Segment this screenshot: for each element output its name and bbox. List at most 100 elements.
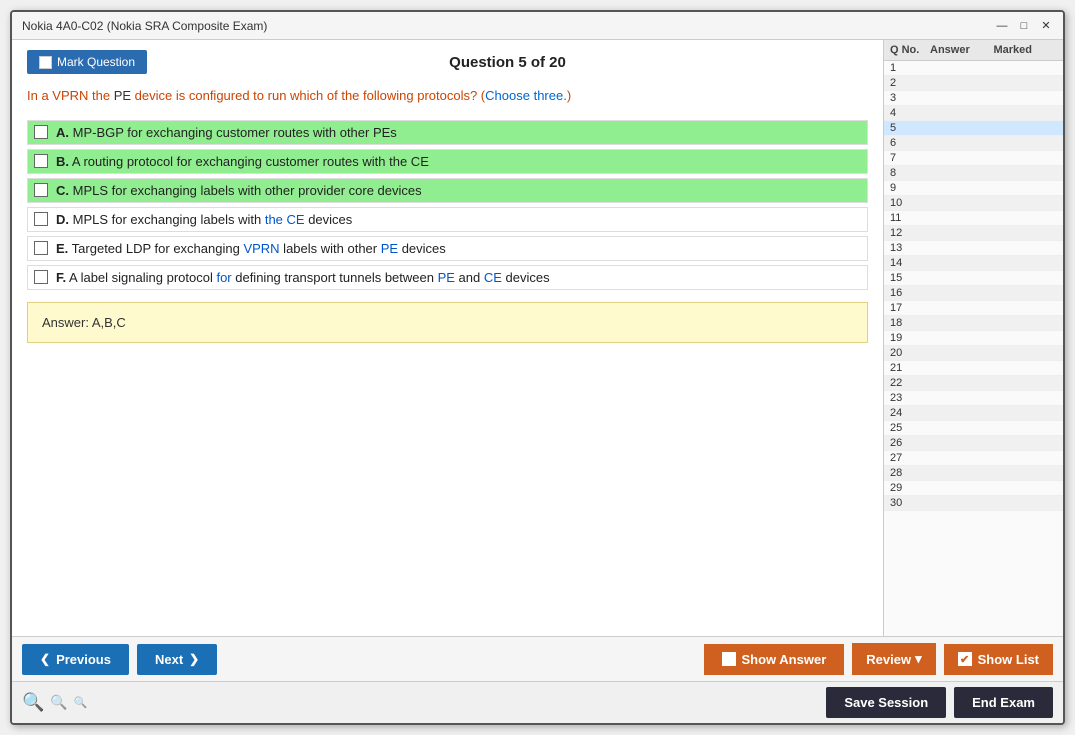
side-header-marked: Marked: [994, 44, 1058, 56]
side-row-answer: [930, 347, 994, 359]
side-row[interactable]: 22: [884, 376, 1063, 391]
side-row-qno: 26: [890, 437, 930, 449]
side-row-answer: [930, 422, 994, 434]
close-button[interactable]: ✕: [1039, 19, 1053, 33]
side-row[interactable]: 25: [884, 421, 1063, 436]
side-row-qno: 7: [890, 152, 930, 164]
side-row[interactable]: 26: [884, 436, 1063, 451]
save-session-button[interactable]: Save Session: [826, 687, 946, 718]
side-row[interactable]: 13: [884, 241, 1063, 256]
side-row[interactable]: 28: [884, 466, 1063, 481]
side-row-qno: 15: [890, 272, 930, 284]
side-row[interactable]: 30: [884, 496, 1063, 511]
choice-c-checkbox[interactable]: [34, 183, 48, 197]
choice-c[interactable]: C. MPLS for exchanging labels with other…: [27, 178, 868, 203]
next-label: Next: [155, 652, 183, 667]
choice-e[interactable]: E. Targeted LDP for exchanging VPRN labe…: [27, 236, 868, 261]
side-row-qno: 24: [890, 407, 930, 419]
side-row[interactable]: 27: [884, 451, 1063, 466]
side-row[interactable]: 5: [884, 121, 1063, 136]
choice-d[interactable]: D. MPLS for exchanging labels with the C…: [27, 207, 868, 232]
previous-button[interactable]: ❮ Previous: [22, 644, 129, 675]
side-row[interactable]: 21: [884, 361, 1063, 376]
side-row-answer: [930, 77, 994, 89]
show-list-checkbox-icon: ✔: [958, 652, 972, 666]
side-row-answer: [930, 407, 994, 419]
side-row[interactable]: 24: [884, 406, 1063, 421]
footer-bottom-bar: 🔍 🔍 🔍 Save Session End Exam: [12, 681, 1063, 723]
choice-f-checkbox[interactable]: [34, 270, 48, 284]
end-exam-button[interactable]: End Exam: [954, 687, 1053, 718]
end-exam-label: End Exam: [972, 695, 1035, 710]
choice-a-checkbox[interactable]: [34, 125, 48, 139]
bottom-right-controls: Save Session End Exam: [826, 687, 1053, 718]
side-row[interactable]: 2: [884, 76, 1063, 91]
side-row[interactable]: 6: [884, 136, 1063, 151]
side-row-marked: [994, 452, 1058, 464]
choice-a[interactable]: A. MP-BGP for exchanging customer routes…: [27, 120, 868, 145]
choice-b-checkbox[interactable]: [34, 154, 48, 168]
side-row[interactable]: 16: [884, 286, 1063, 301]
zoom-in-button[interactable]: 🔍: [22, 692, 44, 713]
choice-d-checkbox[interactable]: [34, 212, 48, 226]
side-row-marked: [994, 167, 1058, 179]
side-row[interactable]: 7: [884, 151, 1063, 166]
side-row[interactable]: 10: [884, 196, 1063, 211]
side-row-qno: 3: [890, 92, 930, 104]
zoom-reset-button[interactable]: 🔍: [50, 694, 67, 711]
show-list-label: Show List: [978, 652, 1039, 667]
side-row-qno: 25: [890, 422, 930, 434]
choice-f-label: F. A label signaling protocol for defini…: [56, 270, 550, 285]
side-row-answer: [930, 182, 994, 194]
answer-box: Answer: A,B,C: [27, 302, 868, 343]
show-answer-label: Show Answer: [742, 652, 827, 667]
side-row[interactable]: 4: [884, 106, 1063, 121]
review-button[interactable]: Review ▾: [852, 643, 935, 675]
side-row-qno: 29: [890, 482, 930, 494]
side-row[interactable]: 15: [884, 271, 1063, 286]
choice-b[interactable]: B. A routing protocol for exchanging cus…: [27, 149, 868, 174]
side-row-qno: 22: [890, 377, 930, 389]
question-text-part3: ): [567, 88, 571, 103]
show-list-button[interactable]: ✔ Show List: [944, 644, 1053, 675]
side-row-marked: [994, 482, 1058, 494]
next-button[interactable]: Next ❯: [137, 644, 217, 675]
side-row[interactable]: 29: [884, 481, 1063, 496]
previous-chevron-icon: ❮: [40, 652, 50, 666]
show-answer-button[interactable]: Show Answer: [704, 644, 845, 675]
side-row-qno: 19: [890, 332, 930, 344]
side-row[interactable]: 3: [884, 91, 1063, 106]
question-text: In a VPRN the PE device is configured to…: [27, 86, 868, 106]
choice-e-checkbox[interactable]: [34, 241, 48, 255]
side-row[interactable]: 19: [884, 331, 1063, 346]
minimize-button[interactable]: —: [995, 19, 1009, 33]
side-row-answer: [930, 227, 994, 239]
maximize-button[interactable]: □: [1017, 19, 1031, 33]
side-row-qno: 1: [890, 62, 930, 74]
side-row-marked: [994, 467, 1058, 479]
zoom-out-button[interactable]: 🔍: [74, 696, 88, 709]
side-row-marked: [994, 197, 1058, 209]
main-panel: Mark Question Question 5 of 20 In a VPRN…: [12, 40, 883, 636]
side-row-answer: [930, 92, 994, 104]
side-row[interactable]: 17: [884, 301, 1063, 316]
side-row[interactable]: 9: [884, 181, 1063, 196]
side-row[interactable]: 1: [884, 61, 1063, 76]
mark-question-button[interactable]: Mark Question: [27, 50, 147, 74]
side-row-qno: 2: [890, 77, 930, 89]
side-row-answer: [930, 212, 994, 224]
side-row-answer: [930, 257, 994, 269]
side-row[interactable]: 8: [884, 166, 1063, 181]
choice-f[interactable]: F. A label signaling protocol for defini…: [27, 265, 868, 290]
side-row[interactable]: 20: [884, 346, 1063, 361]
side-row-qno: 11: [890, 212, 930, 224]
side-row[interactable]: 14: [884, 256, 1063, 271]
side-panel-list[interactable]: 1234567891011121314151617181920212223242…: [884, 61, 1063, 636]
side-row[interactable]: 11: [884, 211, 1063, 226]
side-row[interactable]: 18: [884, 316, 1063, 331]
side-row[interactable]: 23: [884, 391, 1063, 406]
side-row-marked: [994, 362, 1058, 374]
side-row-qno: 6: [890, 137, 930, 149]
side-row-answer: [930, 467, 994, 479]
side-row[interactable]: 12: [884, 226, 1063, 241]
